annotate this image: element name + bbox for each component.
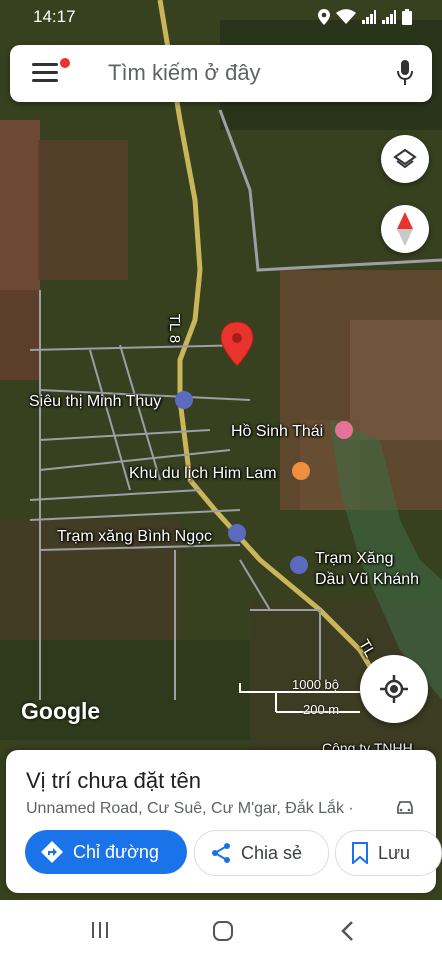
signal-icon bbox=[382, 10, 396, 24]
bookmark-icon bbox=[352, 842, 368, 864]
place-card[interactable]: Vị trí chưa đặt tên Unnamed Road, Cư Suê… bbox=[6, 750, 442, 893]
my-location-icon bbox=[380, 675, 408, 703]
place-label-khu-du-lich[interactable]: Khu du lịch Him Lam bbox=[129, 465, 277, 483]
hamburger-menu-icon[interactable] bbox=[32, 63, 58, 85]
share-icon bbox=[212, 843, 230, 863]
place-label-tram-xang-vu-khanh-line1[interactable]: Trạm Xăng bbox=[315, 550, 394, 568]
scale-metric: 200 m bbox=[303, 702, 340, 717]
directions-icon bbox=[41, 841, 63, 863]
location-icon bbox=[318, 9, 330, 25]
layers-icon bbox=[393, 148, 417, 169]
status-icons bbox=[318, 9, 412, 25]
place-label-tram-xang-binh-ngoc[interactable]: Trạm xăng Bình Ngọc bbox=[57, 528, 212, 546]
directions-button[interactable]: Chỉ đường bbox=[25, 830, 187, 874]
hotel-bed-icon[interactable] bbox=[335, 421, 353, 439]
gas-station-icon[interactable] bbox=[290, 556, 308, 574]
status-bar: 14:17 bbox=[0, 0, 442, 34]
navigation-bar bbox=[0, 900, 442, 960]
search-input[interactable]: Tìm kiếm ở đây bbox=[108, 60, 261, 86]
shopping-bag-icon[interactable] bbox=[175, 391, 193, 409]
place-label-tram-xang-vu-khanh-line2[interactable]: Dầu Vũ Khánh bbox=[315, 571, 419, 589]
compass-button[interactable] bbox=[381, 205, 429, 253]
signal-icon bbox=[362, 10, 376, 24]
save-label: Lưu bbox=[378, 842, 411, 863]
layers-button[interactable] bbox=[381, 135, 429, 183]
save-button[interactable]: Lưu bbox=[335, 830, 442, 876]
status-time: 14:17 bbox=[33, 7, 76, 26]
place-title: Vị trí chưa đặt tên bbox=[26, 768, 201, 793]
my-location-button[interactable] bbox=[360, 655, 428, 723]
home-icon[interactable] bbox=[212, 920, 234, 942]
car-icon bbox=[397, 801, 413, 814]
compass-icon bbox=[397, 212, 413, 246]
google-logo: Google bbox=[21, 698, 101, 724]
scale-imperial: 1000 bộ bbox=[292, 677, 339, 692]
recent-apps-icon[interactable] bbox=[90, 920, 110, 940]
share-button[interactable]: Chia sẻ bbox=[194, 830, 329, 876]
microphone-icon[interactable] bbox=[396, 60, 414, 86]
directions-label: Chỉ đường bbox=[73, 841, 159, 862]
battery-icon bbox=[402, 9, 412, 25]
place-label-ho-sinh-thai[interactable]: Hồ Sinh Thái bbox=[231, 423, 323, 441]
road-label-tl8: TL 8 bbox=[166, 313, 184, 344]
place-address: Unnamed Road, Cư Suê, Cư M'gar, Đắk Lắk … bbox=[26, 800, 354, 817]
notification-dot bbox=[60, 58, 70, 68]
share-label: Chia sẻ bbox=[241, 842, 303, 863]
back-icon[interactable] bbox=[340, 920, 354, 942]
search-bar[interactable]: Tìm kiếm ở đây bbox=[10, 45, 432, 102]
restaurant-icon[interactable] bbox=[292, 462, 310, 480]
wifi-icon bbox=[336, 9, 356, 24]
gas-station-icon[interactable] bbox=[228, 524, 246, 542]
place-label-sieu-thi[interactable]: Siêu thị Minh Thuy bbox=[29, 393, 161, 411]
